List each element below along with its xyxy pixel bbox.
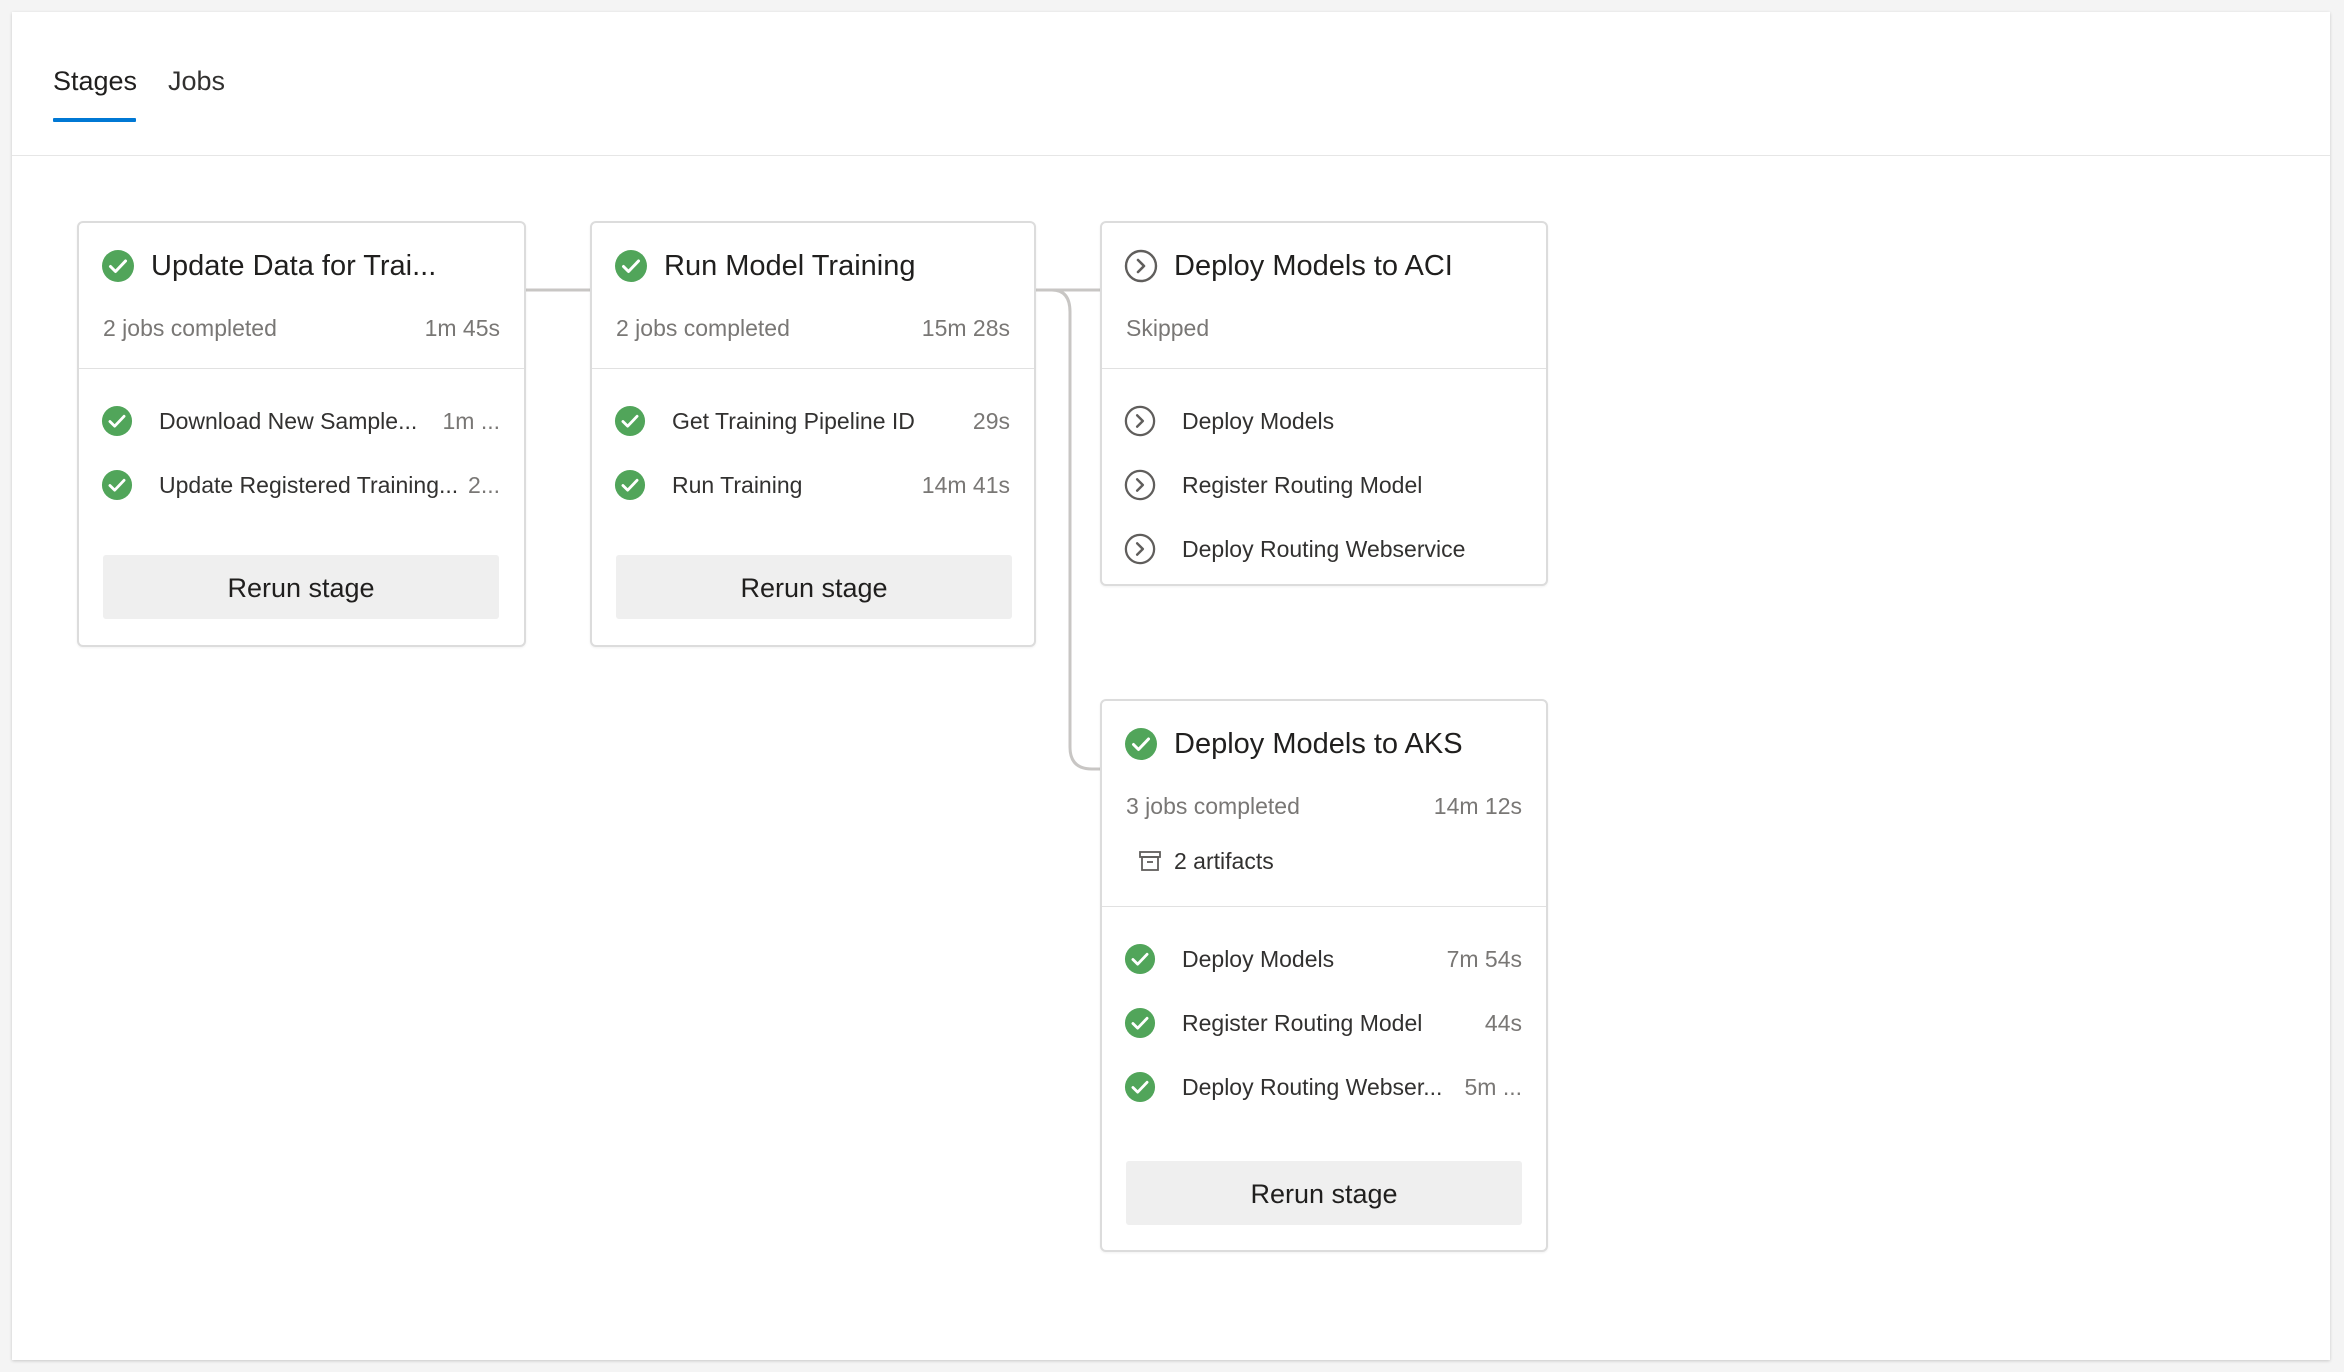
job-list: Get Training Pipeline ID 29s Run Trainin…	[592, 369, 1034, 519]
stage-duration: 14m 12s	[1433, 793, 1522, 819]
check-circle-icon	[1124, 943, 1156, 975]
job-item[interactable]: Register Routing Model	[1102, 455, 1546, 519]
job-name: Register Routing Model	[1182, 1010, 1423, 1036]
job-item[interactable]: Deploy Models 7m 54s	[1102, 929, 1546, 993]
stage-card-update-data[interactable]: Update Data for Trai... 2 jobs completed…	[77, 221, 526, 647]
job-item[interactable]: Update Registered Training... 2...	[79, 455, 524, 519]
job-duration: 29s	[972, 408, 1010, 434]
job-name: Update Registered Training...	[159, 472, 459, 498]
stage-title: Deploy Models to ACI	[1174, 250, 1453, 282]
stage-duration: 15m 28s	[921, 315, 1010, 341]
job-name: Deploy Routing Webservice	[1182, 536, 1466, 562]
job-name: Deploy Models	[1182, 946, 1335, 972]
job-item[interactable]: Deploy Routing Webservice	[1102, 519, 1546, 583]
check-circle-icon	[614, 469, 646, 501]
job-name: Run Training	[672, 472, 803, 498]
artifacts-link[interactable]: 2 artifacts	[1138, 846, 1274, 876]
stage-summary: Skipped	[1126, 315, 1210, 341]
stage-duration: 1m 45s	[424, 315, 500, 341]
job-name: Download New Sample...	[159, 408, 418, 434]
job-item[interactable]: Deploy Routing Webser... 5m ...	[1102, 1057, 1546, 1121]
stage-summary: 2 jobs completed	[103, 315, 277, 341]
stage-card-deploy-aks[interactable]: Deploy Models to AKS 3 jobs completed 14…	[1100, 699, 1548, 1252]
skipped-circle-icon	[1124, 405, 1156, 437]
check-circle-icon	[1125, 728, 1157, 760]
stage-header: Run Model Training 2 jobs completed 15m …	[592, 223, 1034, 369]
job-duration: 2...	[468, 472, 500, 498]
check-circle-icon	[102, 250, 134, 282]
check-circle-icon	[615, 250, 647, 282]
job-list: Download New Sample... 1m ... Update Reg…	[79, 369, 524, 519]
skipped-circle-icon	[1124, 249, 1158, 283]
job-duration: 1m ...	[442, 408, 500, 434]
stage-title: Run Model Training	[664, 250, 916, 282]
tab-stages[interactable]: Stages	[53, 64, 137, 98]
stage-card-deploy-aci[interactable]: Deploy Models to ACI Skipped Deploy Mode…	[1100, 221, 1548, 586]
job-item[interactable]: Deploy Models	[1102, 391, 1546, 455]
job-item[interactable]: Register Routing Model 44s	[1102, 993, 1546, 1057]
check-circle-icon	[1124, 1071, 1156, 1103]
tab-bar: Stages Jobs	[12, 12, 2330, 156]
rerun-stage-button[interactable]: Rerun stage	[1126, 1161, 1522, 1225]
job-name: Register Routing Model	[1182, 472, 1423, 498]
job-list: Deploy Models Register Routing Model Dep…	[1102, 369, 1546, 583]
job-item[interactable]: Run Training 14m 41s	[592, 455, 1034, 519]
check-circle-icon	[101, 469, 133, 501]
job-duration: 44s	[1484, 1010, 1522, 1036]
stage-title: Update Data for Trai...	[151, 250, 437, 282]
stage-header: Deploy Models to AKS 3 jobs completed 14…	[1102, 701, 1546, 907]
check-circle-icon	[101, 405, 133, 437]
job-name: Deploy Models	[1182, 408, 1335, 434]
stage-title: Deploy Models to AKS	[1174, 728, 1463, 760]
stage-card-run-model-training[interactable]: Run Model Training 2 jobs completed 15m …	[590, 221, 1036, 647]
job-item[interactable]: Download New Sample... 1m ...	[79, 391, 524, 455]
tab-jobs[interactable]: Jobs	[168, 64, 225, 98]
job-name: Get Training Pipeline ID	[672, 408, 915, 434]
artifacts-count: 2 artifacts	[1174, 848, 1274, 874]
job-duration: 5m ...	[1464, 1074, 1522, 1100]
pipeline-run-panel: Stages Jobs Update Data for Trai... 2 jo…	[12, 12, 2330, 1360]
artifact-icon	[1139, 851, 1161, 871]
connector-stage2-stage4	[1036, 288, 1100, 771]
rerun-stage-button[interactable]: Rerun stage	[616, 555, 1012, 619]
stage-header: Deploy Models to ACI Skipped	[1102, 223, 1546, 369]
stage-summary: 3 jobs completed	[1126, 793, 1300, 819]
active-tab-indicator	[53, 118, 136, 122]
check-circle-icon	[614, 405, 646, 437]
job-duration: 7m 54s	[1446, 946, 1522, 972]
job-name: Deploy Routing Webser...	[1182, 1074, 1443, 1100]
job-duration: 14m 41s	[921, 472, 1010, 498]
rerun-stage-button[interactable]: Rerun stage	[103, 555, 499, 619]
stage-header: Update Data for Trai... 2 jobs completed…	[79, 223, 524, 369]
check-circle-icon	[1124, 1007, 1156, 1039]
skipped-circle-icon	[1124, 533, 1156, 565]
skipped-circle-icon	[1124, 469, 1156, 501]
job-item[interactable]: Get Training Pipeline ID 29s	[592, 391, 1034, 455]
job-list: Deploy Models 7m 54s Register Routing Mo…	[1102, 907, 1546, 1121]
stage-summary: 2 jobs completed	[616, 315, 790, 341]
